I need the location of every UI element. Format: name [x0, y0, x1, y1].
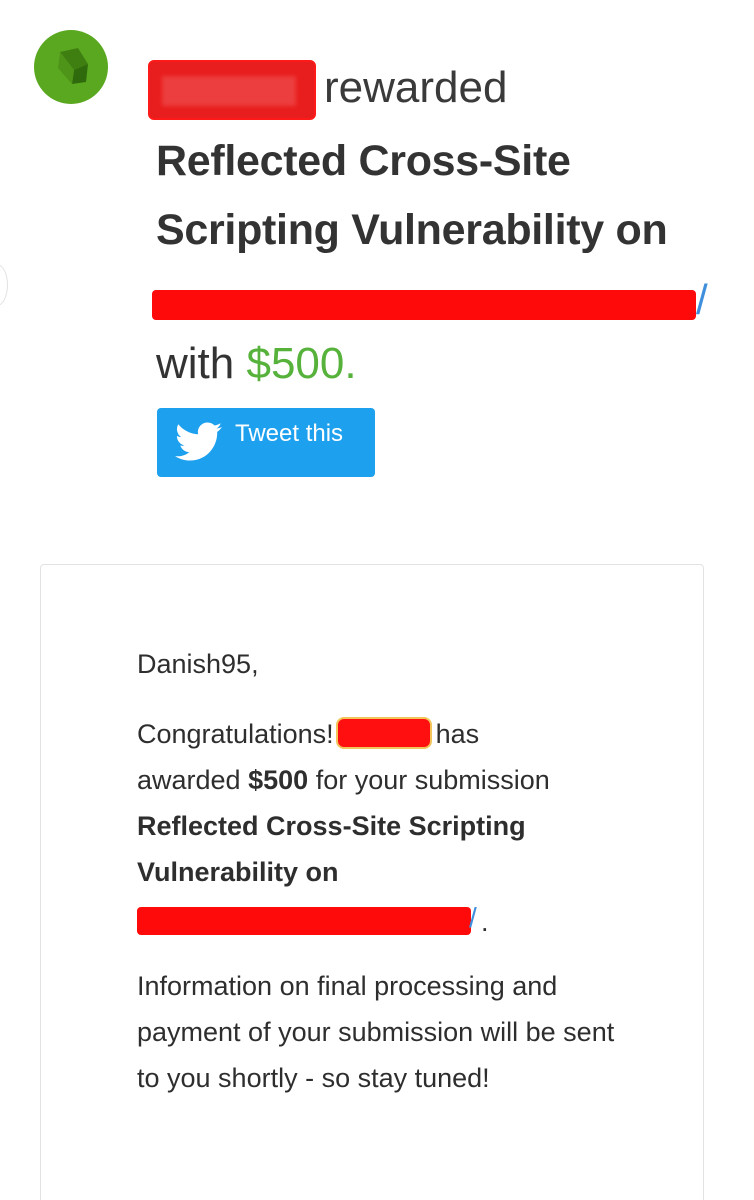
reward-notification-page: rewarded Reflected Cross-Site Scripting … — [0, 0, 754, 1200]
redacted-program-name-inline — [335, 717, 432, 749]
twitter-bird-icon — [175, 422, 222, 461]
with-word: with — [156, 339, 235, 388]
rewarded-word: rewarded — [324, 63, 508, 112]
congrats-text: Congratulations! — [137, 719, 334, 749]
email-greeting: Danish95, — [137, 649, 259, 679]
redacted-program-name — [148, 60, 316, 120]
congratulations-paragraph: Congratulations! has awarded $500 for your… — [137, 711, 637, 941]
redacted-url-inline — [137, 907, 471, 935]
url-period: . — [481, 907, 489, 937]
for-submission-text: for your submission — [315, 765, 550, 795]
headline-first-line: rewarded — [148, 56, 726, 126]
redacted-url — [152, 290, 696, 320]
email-body: Danish95, Congratulations! has awarded $50… — [137, 641, 637, 1101]
award-amount: $500 — [248, 765, 309, 795]
submission-title-line-2: Scripting Vulnerability on — [156, 206, 668, 254]
reward-amount: $500. — [246, 339, 357, 388]
program-logo-icon — [34, 30, 108, 104]
url-inline-slash: / — [469, 902, 477, 933]
submission-url-inline[interactable]: /. — [137, 897, 489, 941]
side-edge-marker — [0, 264, 8, 306]
email-message-card: Danish95, Congratulations! has awarded $50… — [40, 564, 704, 1200]
submission-title-b: Vulnerability on — [137, 857, 339, 887]
url-trailing-slash: / — [696, 276, 708, 323]
submission-url[interactable]: / — [152, 264, 726, 330]
tweet-button-label: Tweet this — [235, 420, 344, 447]
awarded-text: awarded — [137, 765, 241, 795]
reward-amount-line: with $500. — [156, 334, 726, 394]
submission-title-line-1: Reflected Cross-Site — [156, 137, 571, 185]
reward-headline: rewarded Reflected Cross-Site Scripting … — [148, 56, 726, 394]
submission-title-a: Reflected Cross-Site Scripting — [137, 811, 526, 841]
has-text: has — [435, 719, 480, 749]
processing-info-paragraph: Information on final processing and paym… — [137, 971, 615, 1093]
tweet-this-button[interactable]: Tweet this — [157, 408, 375, 477]
